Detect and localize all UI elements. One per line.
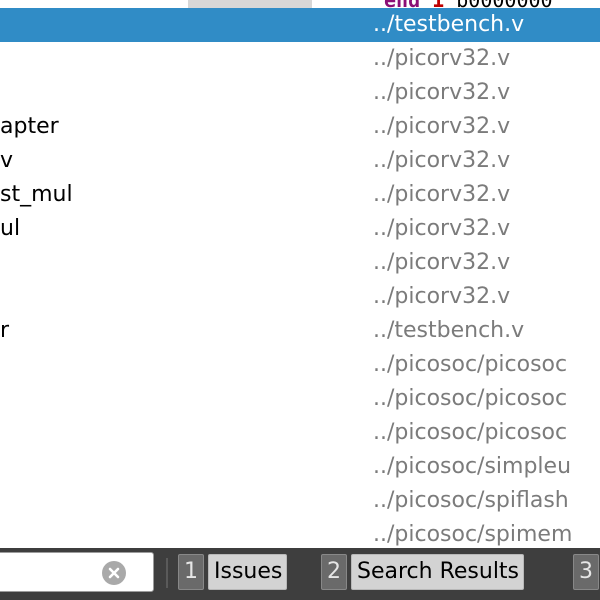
editor-top-strip: end 1'b0000000 xyxy=(0,0,600,8)
locator-filter-box[interactable] xyxy=(0,552,154,592)
result-file-path: ../picosoc/picosoc xyxy=(373,352,568,377)
locator-result-row[interactable]: ../picosoc/picosoc xyxy=(0,382,600,416)
locator-result-row[interactable]: r ../testbench.v xyxy=(0,314,600,348)
result-symbol-name: ul xyxy=(0,216,21,241)
result-symbol-name: r xyxy=(0,318,10,343)
statusbar-separator xyxy=(166,558,168,588)
code-literal: 1 xyxy=(432,0,444,8)
result-symbol-name: st_mul xyxy=(0,182,73,207)
locator-result-row[interactable]: ../picorv32.v xyxy=(0,280,600,314)
result-file-path: ../picosoc/spimem xyxy=(373,522,573,547)
code-keyword: end xyxy=(384,0,420,8)
output-pane-search-results-button[interactable]: 2 Search Results xyxy=(321,554,525,590)
output-pane-issues-button[interactable]: 1 Issues xyxy=(178,554,288,590)
locator-result-row[interactable]: ../picosoc/spiflash xyxy=(0,484,600,518)
status-bar: 1 Issues 2 Search Results 3 xyxy=(0,548,600,600)
pane-label: Search Results xyxy=(351,554,525,590)
pane-number: 1 xyxy=(178,554,204,590)
clear-icon[interactable] xyxy=(102,561,126,585)
result-file-path: ../picosoc/picosoc xyxy=(373,386,568,411)
result-file-path: ../testbench.v xyxy=(373,12,525,37)
result-file-path: ../picosoc/spiflash xyxy=(373,488,569,513)
result-file-path: ../picorv32.v xyxy=(373,250,511,275)
locator-filter-input[interactable] xyxy=(3,559,97,587)
result-file-path: ../testbench.v xyxy=(373,318,525,343)
locator-result-row[interactable]: apter ../picorv32.v xyxy=(0,110,600,144)
locator-result-row[interactable]: ../picosoc/picosoc xyxy=(0,348,600,382)
result-file-path: ../picorv32.v xyxy=(373,182,511,207)
locator-results-list[interactable]: ../testbench.v ../picorv32.v ../picorv32.v… xyxy=(0,8,600,548)
pane-number: 3 xyxy=(573,554,599,590)
locator-result-row[interactable]: st_mul ../picorv32.v xyxy=(0,178,600,212)
locator-result-row[interactable]: ../picorv32.v xyxy=(0,246,600,280)
result-file-path: ../picosoc/picosoc xyxy=(373,420,568,445)
pane-label: Issues xyxy=(208,554,288,590)
result-file-path: ../picorv32.v xyxy=(373,148,511,173)
result-file-path: ../picorv32.v xyxy=(373,114,511,139)
result-file-path: ../picorv32.v xyxy=(373,216,511,241)
output-pane-3-button[interactable]: 3 xyxy=(573,554,600,590)
locator-result-row[interactable]: ../picorv32.v xyxy=(0,42,600,76)
result-symbol-name: apter xyxy=(0,114,59,139)
locator-result-row[interactable]: ul ../picorv32.v xyxy=(0,212,600,246)
locator-result-row[interactable]: ../picosoc/spimem xyxy=(0,518,600,548)
code-rest: 'b0000000 xyxy=(444,0,552,8)
code-line-fragment: end 1'b0000000 xyxy=(384,0,553,8)
result-file-path: ../picorv32.v xyxy=(373,80,511,105)
result-file-path: ../picosoc/simpleu xyxy=(373,454,572,479)
locator-result-row[interactable]: ../picorv32.v xyxy=(0,76,600,110)
result-file-path: ../picorv32.v xyxy=(373,284,511,309)
result-symbol-name: v xyxy=(0,148,14,173)
result-file-path: ../picorv32.v xyxy=(373,46,511,71)
locator-result-row[interactable]: ../picosoc/picosoc xyxy=(0,416,600,450)
editor-tab-fragment[interactable] xyxy=(188,0,312,8)
locator-result-row[interactable]: ../picosoc/simpleu xyxy=(0,450,600,484)
locator-result-row[interactable]: v ../picorv32.v xyxy=(0,144,600,178)
pane-number: 2 xyxy=(321,554,347,590)
locator-result-row[interactable]: ../testbench.v xyxy=(0,8,600,42)
